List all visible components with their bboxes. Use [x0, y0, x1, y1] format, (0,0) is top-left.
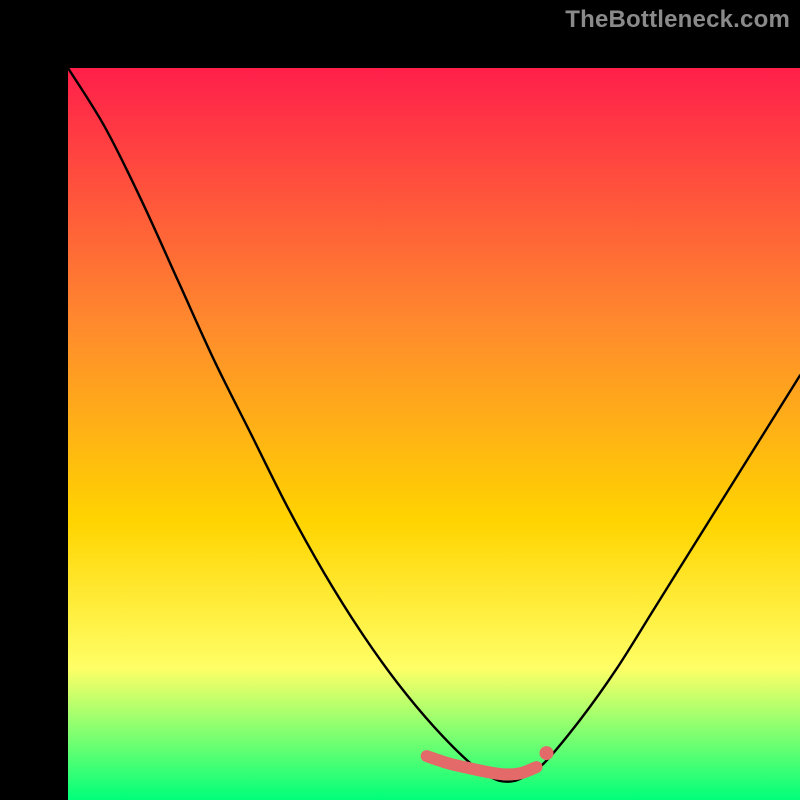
plot-area [68, 68, 800, 800]
chart-frame [0, 0, 800, 800]
gradient-background [68, 68, 800, 800]
watermark-text: TheBottleneck.com [565, 6, 790, 34]
chart-svg [68, 68, 800, 800]
highlight-dot [540, 746, 554, 760]
